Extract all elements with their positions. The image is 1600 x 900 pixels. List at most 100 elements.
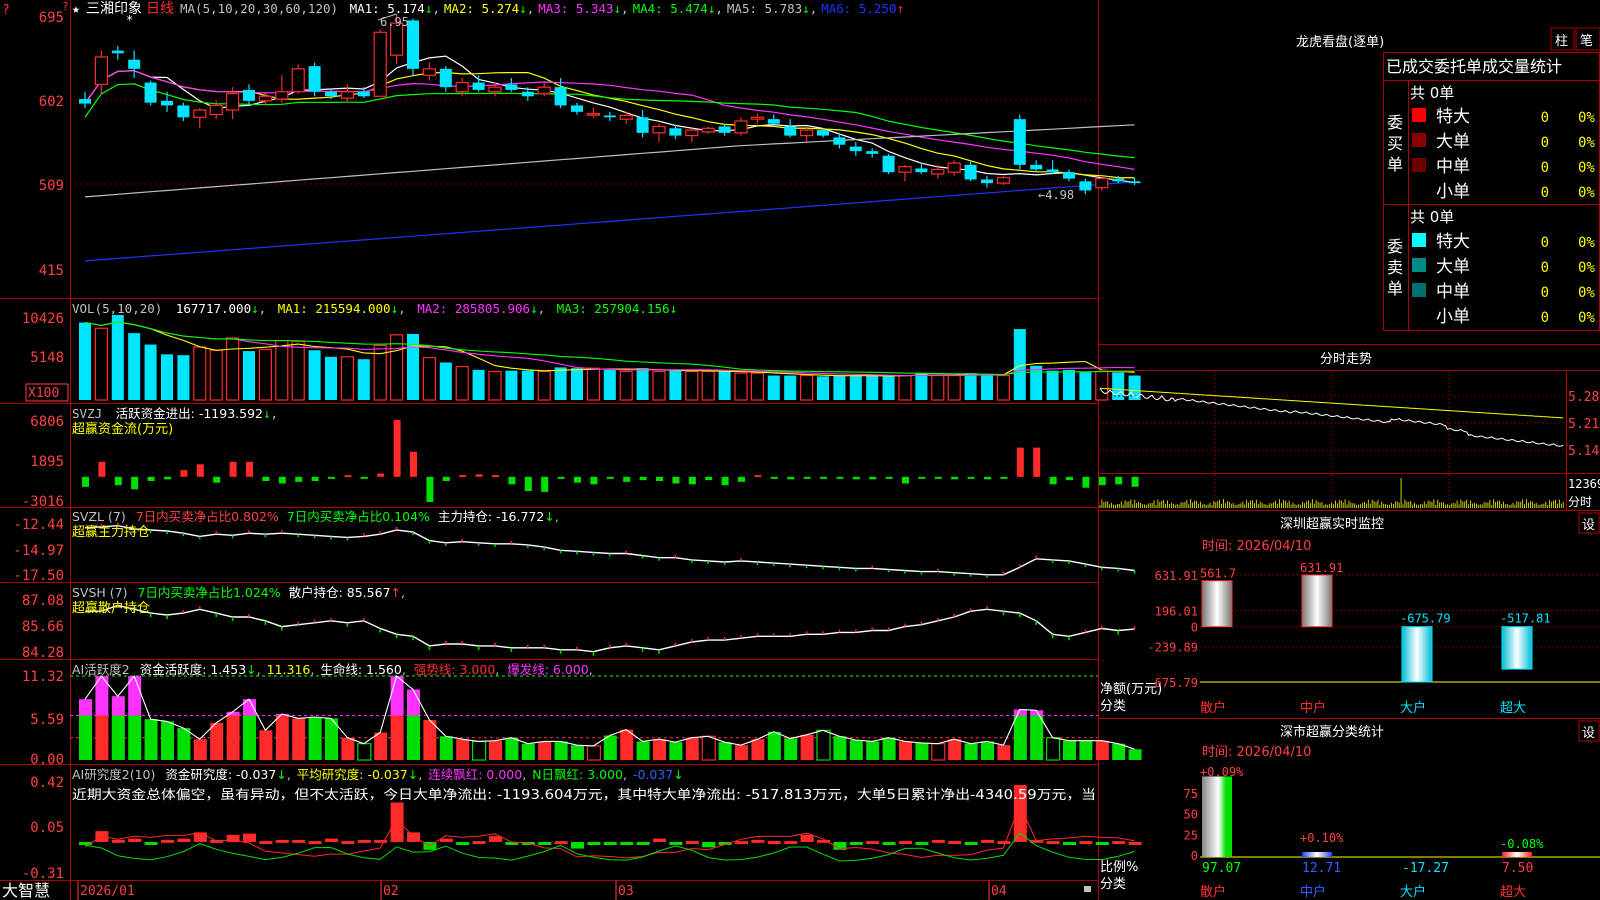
money-flow-bar[interactable] bbox=[803, 476, 811, 479]
period-label[interactable]: 日线 bbox=[146, 1, 174, 17]
volume-bar[interactable] bbox=[947, 374, 961, 401]
volume-bar[interactable] bbox=[817, 376, 829, 400]
activity-bar[interactable] bbox=[407, 715, 420, 760]
research-bar[interactable] bbox=[439, 838, 453, 842]
activity-bar[interactable] bbox=[586, 745, 602, 761]
money-flow-bar[interactable] bbox=[524, 476, 532, 492]
money-flow-bar[interactable] bbox=[770, 476, 778, 479]
volume-bar[interactable] bbox=[144, 344, 157, 400]
research-bar[interactable] bbox=[1063, 841, 1076, 845]
volume-bar[interactable] bbox=[455, 365, 469, 401]
volume-bar[interactable] bbox=[128, 333, 141, 400]
money-flow-bar[interactable] bbox=[1016, 447, 1024, 477]
money-flow-bar[interactable] bbox=[344, 475, 352, 478]
money-flow-bar[interactable] bbox=[721, 476, 729, 486]
volume-bar[interactable] bbox=[94, 327, 109, 401]
candle-body[interactable] bbox=[669, 128, 682, 136]
volume-bar[interactable] bbox=[258, 348, 272, 401]
candle-body[interactable] bbox=[177, 105, 190, 118]
volume-bar[interactable] bbox=[357, 359, 370, 400]
question-mark[interactable]: ? bbox=[2, 3, 10, 18]
activity-bar[interactable] bbox=[701, 735, 716, 761]
volume-bar[interactable] bbox=[619, 370, 633, 401]
research-bar[interactable] bbox=[767, 841, 781, 845]
money-flow-bar[interactable] bbox=[82, 476, 89, 487]
activity-bar[interactable] bbox=[571, 745, 584, 760]
research-bar[interactable] bbox=[735, 841, 748, 845]
money-flow-bar[interactable] bbox=[1049, 476, 1057, 485]
volume-bar[interactable] bbox=[734, 372, 748, 401]
activity-bar[interactable] bbox=[210, 722, 224, 760]
money-flow-bar[interactable] bbox=[967, 476, 975, 479]
volume-bar[interactable] bbox=[472, 369, 485, 400]
money-flow-bar[interactable] bbox=[442, 476, 450, 481]
candle-body[interactable] bbox=[947, 162, 961, 173]
classify-bar[interactable] bbox=[1502, 852, 1532, 857]
candle-body[interactable] bbox=[340, 91, 354, 99]
candle-body[interactable] bbox=[571, 105, 583, 112]
candle-body[interactable] bbox=[981, 179, 993, 184]
candle-body[interactable] bbox=[439, 68, 452, 88]
volume-bar[interactable] bbox=[79, 322, 91, 400]
monitor-bar[interactable] bbox=[1301, 574, 1333, 628]
candle-body[interactable] bbox=[931, 168, 945, 175]
candle-body[interactable] bbox=[79, 99, 91, 104]
money-flow-bar[interactable] bbox=[738, 476, 745, 482]
research-bar[interactable] bbox=[964, 841, 978, 845]
candle-body[interactable] bbox=[111, 50, 124, 54]
money-flow-bar[interactable] bbox=[262, 476, 270, 481]
money-flow-bar[interactable] bbox=[295, 476, 303, 482]
volume-bar[interactable] bbox=[866, 375, 879, 400]
research-bar[interactable] bbox=[948, 841, 962, 845]
volume-bar[interactable] bbox=[325, 356, 337, 400]
activity-bar[interactable] bbox=[833, 736, 847, 760]
activity-bar-top[interactable] bbox=[79, 699, 92, 716]
activity-bar-top[interactable] bbox=[128, 676, 142, 716]
candle-body[interactable] bbox=[422, 68, 436, 76]
activity-bar-top[interactable] bbox=[407, 689, 420, 716]
money-flow-bar[interactable] bbox=[229, 461, 237, 477]
classify-bar[interactable] bbox=[1302, 852, 1332, 857]
money-flow-bar[interactable] bbox=[574, 476, 581, 483]
volume-bar[interactable] bbox=[652, 370, 666, 401]
candle-body[interactable] bbox=[455, 81, 469, 93]
candle-body[interactable] bbox=[94, 56, 109, 85]
volume-bar[interactable] bbox=[505, 370, 518, 400]
activity-bar[interactable] bbox=[685, 737, 699, 760]
money-flow-bar[interactable] bbox=[852, 476, 860, 480]
money-flow-bar[interactable] bbox=[836, 476, 844, 479]
stats-tab-label[interactable]: 已成交委托单成交量统计 bbox=[1386, 57, 1562, 76]
money-flow-bar[interactable] bbox=[787, 476, 795, 480]
candle-body[interactable] bbox=[898, 166, 912, 173]
volume-bar[interactable] bbox=[603, 369, 616, 400]
research-bar[interactable] bbox=[669, 841, 683, 845]
money-flow-bar[interactable] bbox=[278, 476, 286, 484]
activity-bar[interactable] bbox=[915, 742, 929, 760]
activity-bar[interactable] bbox=[505, 737, 519, 760]
activity-bar[interactable] bbox=[997, 745, 1011, 760]
money-flow-bar[interactable] bbox=[459, 475, 467, 478]
activity-bar-top[interactable] bbox=[1013, 709, 1027, 716]
candle-body[interactable] bbox=[308, 66, 321, 92]
activity-bar[interactable] bbox=[636, 741, 650, 760]
research-bar[interactable] bbox=[702, 841, 716, 848]
money-flow-bar[interactable] bbox=[820, 476, 827, 479]
activity-bar[interactable] bbox=[784, 738, 798, 760]
candle-body[interactable] bbox=[636, 117, 649, 133]
money-flow-bar[interactable] bbox=[1098, 476, 1106, 486]
activity-bar[interactable] bbox=[275, 715, 289, 760]
money-flow-bar[interactable] bbox=[328, 476, 335, 479]
activity-bar[interactable] bbox=[882, 737, 896, 760]
candle-body[interactable] bbox=[882, 155, 895, 173]
activity-bar[interactable] bbox=[95, 715, 109, 760]
money-flow-bar[interactable] bbox=[196, 464, 204, 477]
volume-bar[interactable] bbox=[964, 373, 977, 400]
candle-body[interactable] bbox=[799, 129, 814, 137]
candle-body[interactable] bbox=[603, 115, 616, 118]
volume-bar[interactable] bbox=[669, 370, 682, 400]
volume-bar[interactable] bbox=[1079, 372, 1092, 400]
money-flow-bar[interactable] bbox=[705, 476, 713, 481]
volume-bar[interactable] bbox=[701, 370, 715, 401]
research-bar[interactable] bbox=[390, 802, 404, 842]
research-bar[interactable] bbox=[997, 841, 1011, 845]
